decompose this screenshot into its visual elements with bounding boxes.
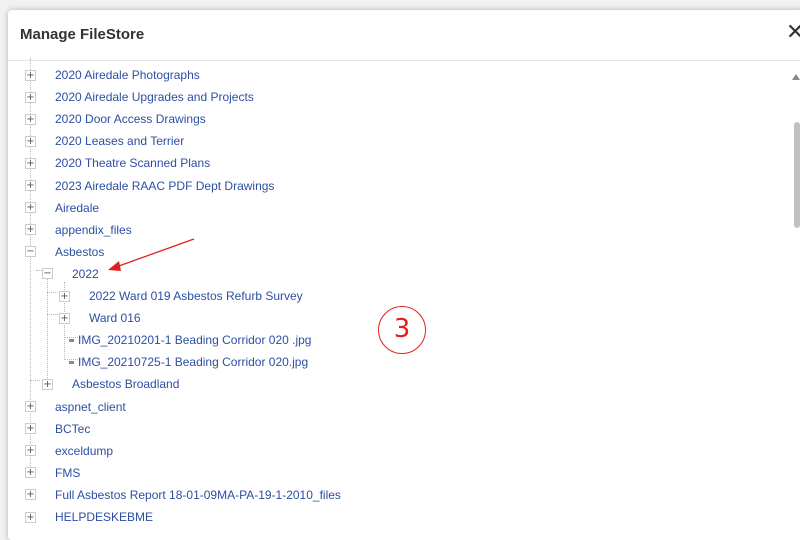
arrow-shaft [115,238,195,268]
annotation-number-badge: 3 [378,306,426,354]
red-arrow-annotation [108,238,195,271]
arrow-head [108,261,121,271]
